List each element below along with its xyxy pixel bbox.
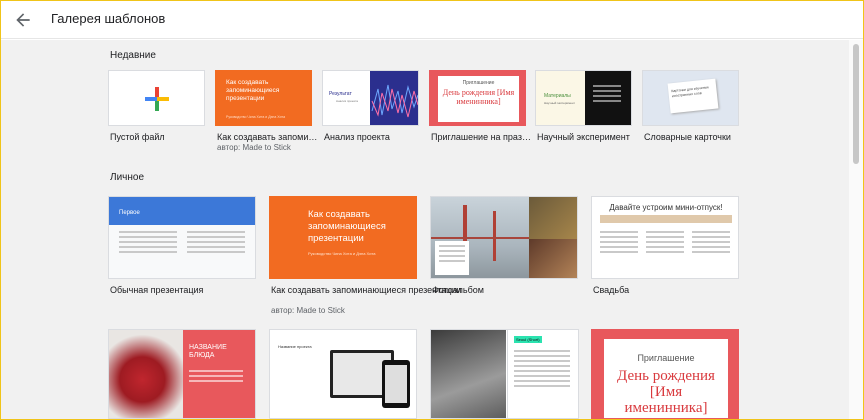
thumb-sub: Научный эксперимент bbox=[544, 101, 575, 105]
scrollbar-thumb[interactable] bbox=[853, 44, 859, 164]
thumb-lines bbox=[593, 85, 621, 105]
thumb-photo-raspberries bbox=[109, 330, 183, 418]
thumb-sub: Анализ проекта bbox=[336, 99, 358, 103]
page-title: Галерея шаблонов bbox=[51, 11, 166, 26]
thumb-title: НАЗВАНИЕ БЛЮДА bbox=[189, 344, 227, 359]
thumb-text-box bbox=[435, 241, 469, 275]
thumb-panel-right bbox=[585, 71, 631, 125]
thumb-photo-autumn bbox=[529, 197, 577, 239]
thumb-col bbox=[692, 231, 730, 256]
thumb-big: День рождения [Имя именинника] bbox=[442, 88, 515, 106]
thumb-caption: Руководство Чипа Хита и Дэна Хита bbox=[226, 115, 286, 119]
thumb-photo-skate bbox=[431, 330, 506, 418]
template-flashcards[interactable]: Карточки для изучения иностранных слов bbox=[642, 70, 739, 126]
thumb-title: Карточки для изучения иностранных слов bbox=[671, 85, 709, 99]
thumb-phone-screen bbox=[385, 365, 407, 403]
template-label: Обычная презентация bbox=[110, 285, 204, 295]
template-label: Научный эксперимент bbox=[537, 132, 630, 142]
thumb-bridge-tower bbox=[493, 211, 496, 261]
thumb-lines bbox=[514, 350, 570, 390]
template-recipe[interactable]: НАЗВАНИЕ БЛЮДА bbox=[108, 329, 256, 419]
template-gallery: Недавние Пустой файл Как создавать запом… bbox=[1, 40, 849, 419]
thumb-panel bbox=[370, 71, 418, 125]
template-author: автор: Made to Stick bbox=[217, 143, 291, 152]
thumb-big: День рождения [Имя именинника] bbox=[617, 368, 715, 416]
wave-chart-icon bbox=[371, 84, 418, 118]
template-author: автор: Made to Stick bbox=[271, 306, 345, 315]
thumb-col bbox=[646, 231, 684, 256]
thumb-panel-left: Материалы Научный эксперимент bbox=[536, 71, 585, 125]
plus-icon bbox=[145, 87, 169, 111]
thumb-card: Карточки для изучения иностранных слов bbox=[667, 78, 719, 114]
template-wedding[interactable]: Давайте устроим мини-отпуск! bbox=[591, 196, 739, 279]
thumb-photo-table bbox=[529, 239, 577, 278]
template-travel[interactable]: Seoul (Short) bbox=[507, 329, 579, 419]
template-label: Свадьба bbox=[593, 285, 630, 295]
back-arrow-icon[interactable] bbox=[13, 10, 33, 30]
thumb-paper: Приглашение День рождения [Имя именинник… bbox=[438, 76, 519, 122]
template-invitation[interactable]: Приглашение День рождения [Имя именинник… bbox=[429, 70, 526, 126]
thumb-banner: Первое bbox=[109, 197, 255, 225]
template-label: Как создавать запоми… bbox=[217, 132, 318, 142]
thumb-small: Приглашение bbox=[462, 80, 495, 86]
template-label: Словарные карточки bbox=[644, 132, 731, 142]
thumb-title: Название проекта bbox=[278, 344, 312, 349]
template-photo-album[interactable] bbox=[430, 196, 578, 279]
template-memorable[interactable]: Как создавать запоминающиеся презентации… bbox=[215, 70, 312, 126]
thumb-title: Материалы bbox=[544, 93, 571, 99]
thumb-title: Как создавать запоминающиеся презентации bbox=[226, 79, 280, 102]
template-label: Приглашение на праз… bbox=[431, 132, 531, 142]
thumb-phone bbox=[382, 360, 410, 408]
template-label: Пустой файл bbox=[110, 132, 165, 142]
template-project-analysis[interactable]: Результат Анализ проекта bbox=[322, 70, 419, 126]
section-personal-label: Личное bbox=[110, 172, 145, 183]
thumb-photo-bridge bbox=[431, 197, 529, 278]
template-label: Анализ проекта bbox=[324, 132, 390, 142]
template-simple-presentation[interactable]: Первое bbox=[108, 196, 256, 279]
thumb-title: Seoul (Short) bbox=[514, 336, 542, 343]
header: Галерея шаблонов bbox=[1, 1, 863, 39]
section-recent-label: Недавние bbox=[110, 50, 156, 61]
vertical-scrollbar[interactable] bbox=[849, 40, 863, 419]
thumb-col bbox=[600, 231, 638, 256]
thumb-lines-right bbox=[187, 231, 245, 256]
template-memorable-large[interactable]: Как создавать запоминающиеся презентации… bbox=[269, 196, 417, 279]
thumb-title: Как создавать запоминающиеся презентации bbox=[308, 209, 386, 244]
thumb-small: Приглашение bbox=[637, 353, 695, 363]
thumb-band bbox=[600, 215, 732, 223]
thumb-lines bbox=[189, 370, 243, 385]
template-blank[interactable] bbox=[108, 70, 205, 126]
thumb-title: Результат bbox=[329, 91, 352, 97]
template-label: Фотоальбом bbox=[432, 285, 484, 295]
thumb-caption: Руководство Чипа Хита и Дэна Хита bbox=[308, 251, 376, 256]
template-science[interactable]: Материалы Научный эксперимент bbox=[535, 70, 632, 126]
thumb-panel: НАЗВАНИЕ БЛЮДА bbox=[183, 330, 255, 418]
thumb-title: Давайте устроим мини-отпуск! bbox=[609, 203, 723, 212]
thumb-lines-left bbox=[119, 231, 177, 256]
thumb-title: Первое bbox=[119, 210, 140, 216]
thumb-bridge-deck bbox=[431, 237, 529, 239]
thumb-paper: Приглашение День рождения [Имя именинник… bbox=[604, 339, 728, 418]
template-invitation-large[interactable]: Приглашение День рождения [Имя именинник… bbox=[591, 329, 739, 419]
template-project[interactable]: Название проекта bbox=[269, 329, 417, 419]
